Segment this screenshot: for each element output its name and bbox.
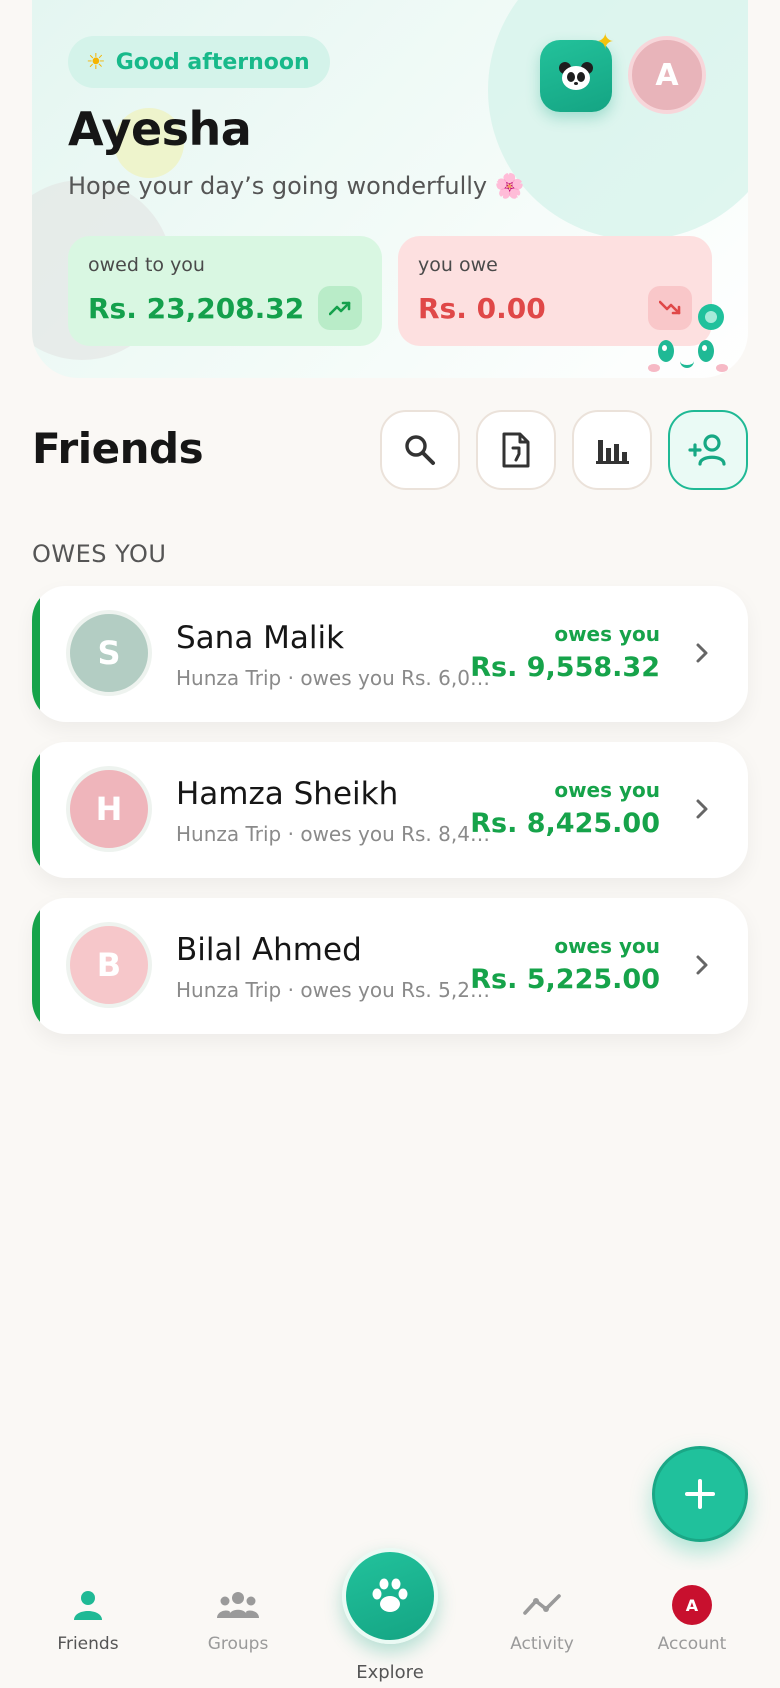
greeting-subtitle: Hope your day’s going wonderfully 🌸 xyxy=(68,172,525,200)
owed-to-you-label: owed to you xyxy=(88,254,205,276)
bottom-nav: Friends Groups Explore Activity A Accoun… xyxy=(0,1548,780,1688)
sparkle-icon: ✦ xyxy=(596,30,615,55)
group-icon xyxy=(217,1592,259,1618)
person-icon xyxy=(74,1591,102,1620)
nav-label: Explore xyxy=(356,1662,424,1683)
friend-avatar: H xyxy=(66,766,152,852)
nav-explore[interactable] xyxy=(342,1548,438,1644)
owed-to-you-amount: Rs. 23,208.32 xyxy=(88,292,305,325)
add-person-icon xyxy=(688,434,726,466)
balance-status: owes you xyxy=(554,934,660,958)
add-friend-button[interactable] xyxy=(668,410,748,490)
greeting-badge: ☀ Good afternoon xyxy=(68,36,330,88)
friend-row[interactable]: S Sana Malik Hunza Trip · owes you Rs. 6… xyxy=(32,586,748,722)
search-button[interactable] xyxy=(380,410,460,490)
plus-icon xyxy=(685,1479,715,1509)
status-bar xyxy=(32,898,40,1034)
subtitle-text: Hope your day’s going wonderfully xyxy=(68,172,488,200)
header-card: ☀ Good afternoon Ayesha Hope your day’s … xyxy=(32,0,748,378)
greeting-text: Good afternoon xyxy=(115,49,310,75)
owed-to-you-card[interactable]: owed to you Rs. 23,208.32 xyxy=(68,236,382,346)
friend-detail: Hunza Trip · owes you Rs. 5,22... xyxy=(176,978,492,1002)
decorative-blob xyxy=(488,0,748,240)
friend-name: Bilal Ahmed xyxy=(176,932,362,968)
balance-amount: Rs. 5,225.00 xyxy=(470,964,660,995)
export-button[interactable] xyxy=(476,410,556,490)
friend-name: Sana Malik xyxy=(176,620,345,656)
group-heading: OWES YOU xyxy=(32,540,167,568)
add-expense-button[interactable] xyxy=(652,1446,748,1542)
nav-label: Activity xyxy=(510,1634,574,1654)
status-bar xyxy=(32,586,40,722)
panda-peek-illustration xyxy=(648,304,732,374)
search-icon xyxy=(405,435,435,465)
profile-avatar[interactable]: A xyxy=(628,36,706,114)
nav-activity[interactable]: Activity xyxy=(472,1580,612,1654)
friend-name: Hamza Sheikh xyxy=(176,776,399,812)
chevron-right-icon xyxy=(696,799,708,819)
account-avatar: A xyxy=(672,1585,712,1625)
section-title: Friends xyxy=(32,424,204,473)
friend-avatar: S xyxy=(66,610,152,696)
you-owe-label: you owe xyxy=(418,254,498,276)
chevron-right-icon xyxy=(696,955,708,975)
activity-icon xyxy=(523,1594,561,1615)
balance-status: owes you xyxy=(554,622,660,646)
friend-avatar: B xyxy=(66,922,152,1008)
friend-detail: Hunza Trip · owes you Rs. 8,42... xyxy=(176,822,492,846)
nav-friends[interactable]: Friends xyxy=(18,1580,158,1654)
nav-account[interactable]: A Account xyxy=(622,1580,762,1654)
stats-button[interactable] xyxy=(572,410,652,490)
panda-icon xyxy=(558,60,594,92)
nav-label: Groups xyxy=(207,1634,269,1654)
balance-status: owes you xyxy=(554,778,660,802)
friend-row[interactable]: H Hamza Sheikh Hunza Trip · owes you Rs.… xyxy=(32,742,748,878)
friend-detail: Hunza Trip · owes you Rs. 6,02... xyxy=(176,666,492,690)
nav-groups[interactable]: Groups xyxy=(168,1580,308,1654)
sun-icon: ☀ xyxy=(86,49,106,75)
you-owe-amount: Rs. 0.00 xyxy=(418,292,546,325)
status-bar xyxy=(32,742,40,878)
chevron-right-icon xyxy=(696,643,708,663)
balance-amount: Rs. 9,558.32 xyxy=(470,652,660,683)
balance-amount: Rs. 8,425.00 xyxy=(470,808,660,839)
nav-label: Friends xyxy=(57,1634,119,1654)
friend-row[interactable]: B Bilal Ahmed Hunza Trip · owes you Rs. … xyxy=(32,898,748,1034)
user-name: Ayesha xyxy=(68,102,252,156)
document-icon xyxy=(502,432,530,468)
trending-up-icon xyxy=(318,286,362,330)
app-screen: ☀ Good afternoon Ayesha Hope your day’s … xyxy=(0,0,780,1688)
bar-chart-icon xyxy=(596,440,629,464)
flower-emoji: 🌸 xyxy=(494,172,525,200)
nav-label: Account xyxy=(657,1634,727,1654)
paw-icon xyxy=(372,1578,408,1612)
